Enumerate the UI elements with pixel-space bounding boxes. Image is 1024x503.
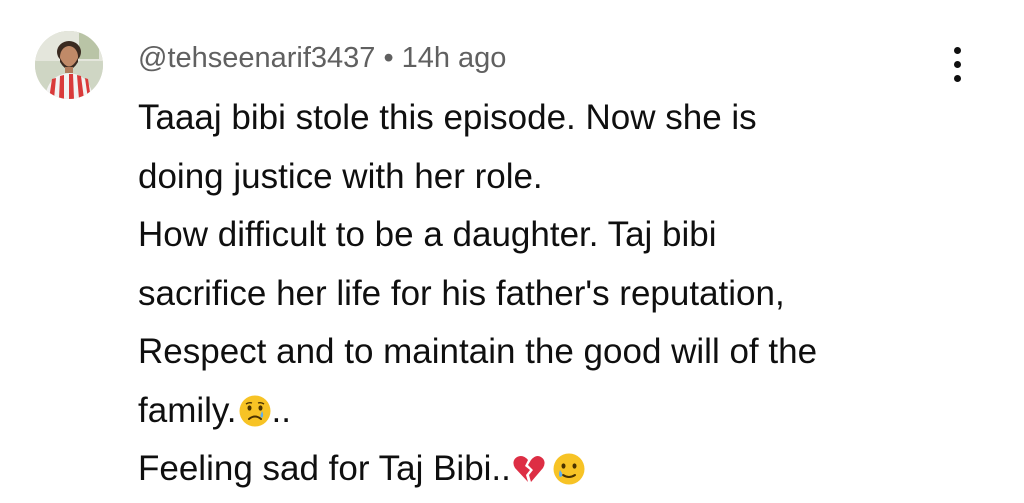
comment-line-5: Respect and to maintain the good will of… bbox=[138, 332, 818, 371]
more-vert-icon bbox=[953, 46, 961, 54]
meta-separator: • bbox=[383, 42, 394, 74]
broken-heart-icon bbox=[512, 452, 546, 486]
comment-line-7-text: Feeling sad for Taj Bibi.. bbox=[138, 449, 511, 488]
comment-line-3: How difficult to be a daughter. Taj bibi bbox=[138, 215, 717, 254]
avatar[interactable] bbox=[35, 31, 103, 99]
comment-body: Taaaj bibi stole this episode. Now she i… bbox=[138, 89, 998, 499]
comment-card: @tehseenarif3437 • 14h ago Taaaj bibi stol… bbox=[0, 0, 1024, 503]
more-options-button[interactable] bbox=[935, 40, 979, 88]
timestamp: 14h ago bbox=[401, 42, 507, 74]
crying-face-icon bbox=[238, 394, 272, 428]
comment-line-6-text: family. bbox=[138, 390, 237, 430]
comment-line-6-suffix: .. bbox=[271, 390, 291, 430]
comment-line-6: family. .. bbox=[138, 382, 998, 441]
smiling-face-with-tear-icon bbox=[552, 452, 586, 486]
comment-line-1: Taaaj bibi stole this episode. Now she i… bbox=[138, 98, 757, 137]
comment-line-7: Feeling sad for Taj Bibi.. bbox=[138, 440, 998, 499]
user-avatar-icon bbox=[35, 31, 103, 99]
more-vert-icon-dot-2 bbox=[953, 60, 961, 68]
comment-line-2: doing justice with her role. bbox=[138, 156, 543, 196]
comment-meta: @tehseenarif3437 • 14h ago bbox=[138, 38, 506, 78]
comment-line-4: sacrifice her life for his father's repu… bbox=[138, 273, 785, 313]
author-handle[interactable]: @tehseenarif3437 bbox=[138, 42, 375, 74]
more-vert-icon-dot-3 bbox=[953, 74, 961, 82]
